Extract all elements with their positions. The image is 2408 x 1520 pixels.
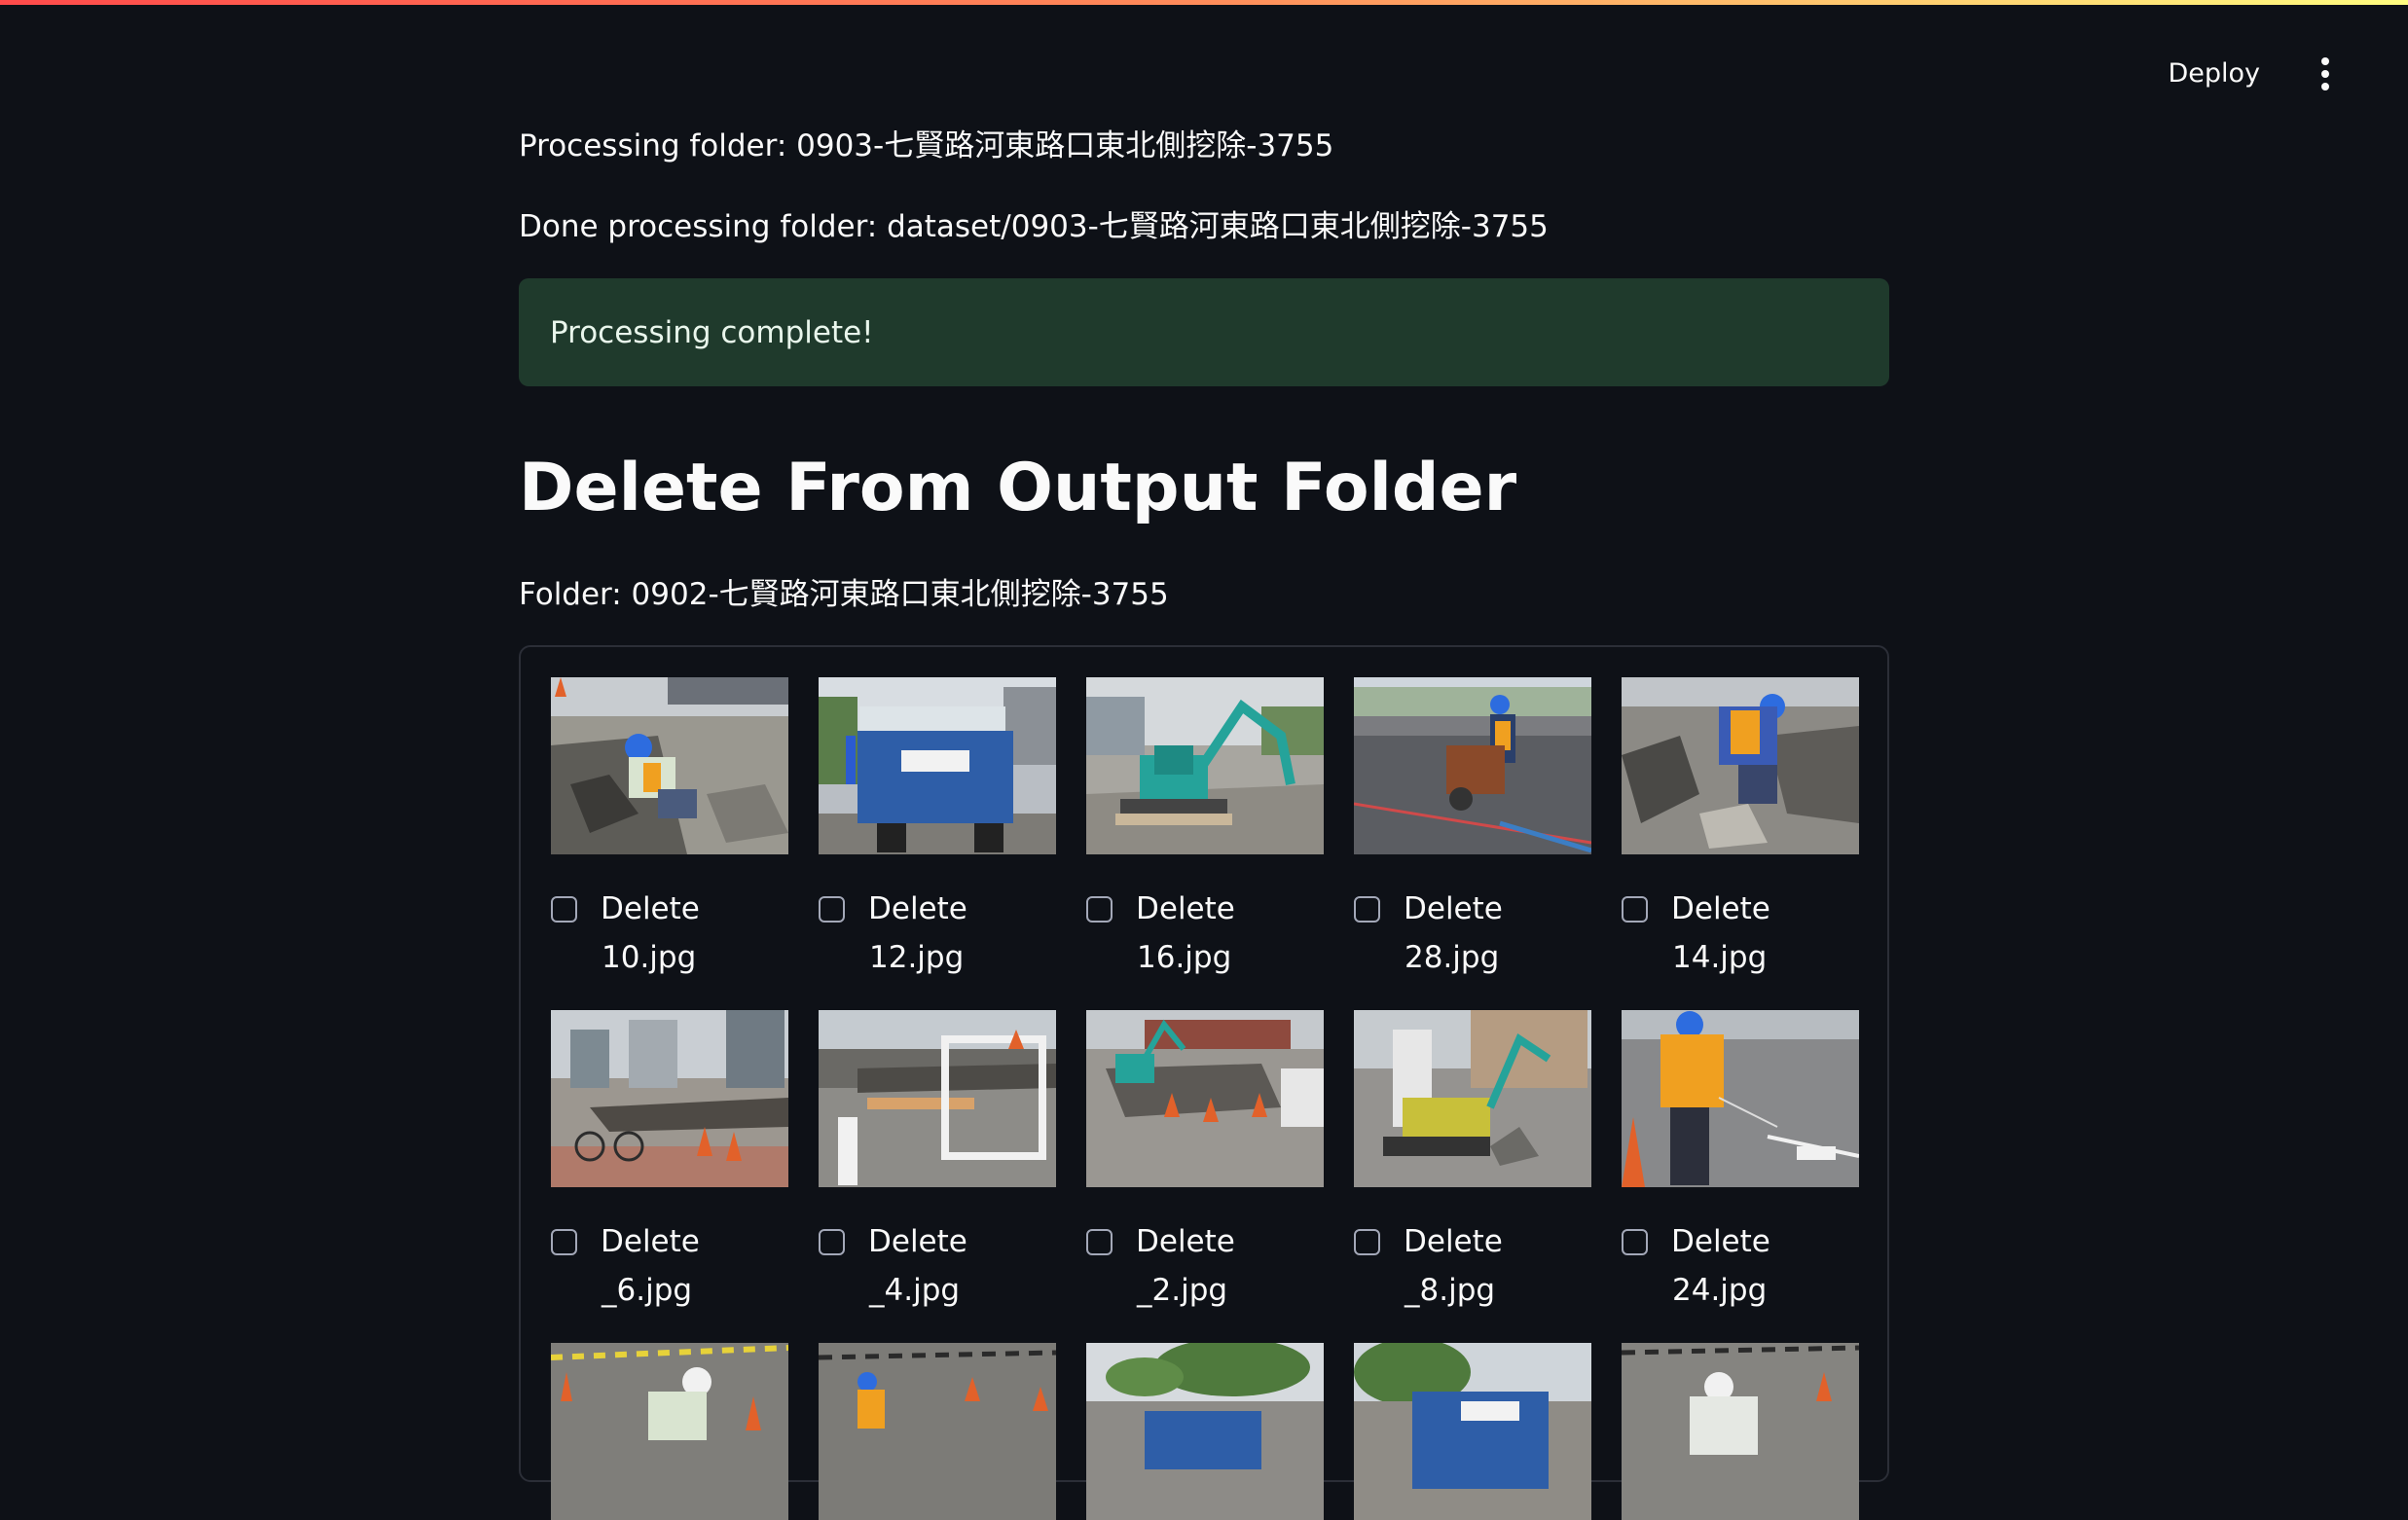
- file-name: 28.jpg: [1405, 940, 1500, 975]
- file-name: 10.jpg: [602, 940, 697, 975]
- delete-label: Delete: [1671, 891, 1770, 926]
- gallery-item: Delete _2.jpg: [1086, 1010, 1324, 1308]
- gallery-item: Delete _4.jpg: [819, 1010, 1056, 1308]
- delete-row: Delete: [1086, 1224, 1324, 1259]
- delete-checkbox[interactable]: [1622, 895, 1648, 923]
- gallery-item: Delete 10.jpg: [551, 677, 788, 975]
- thumbnail-image: [551, 1343, 788, 1520]
- file-name: _8.jpg: [1405, 1273, 1496, 1308]
- thumbnail-image: [551, 677, 788, 854]
- gallery-item: Delete 16.jpg: [1086, 677, 1324, 975]
- gallery-item: [819, 1343, 1056, 1520]
- delete-checkbox[interactable]: [551, 1228, 577, 1255]
- thumbnail-image: [1622, 677, 1859, 854]
- gallery-item: [1354, 1343, 1591, 1520]
- top-decoration-bar: [0, 0, 2408, 5]
- gallery-item: [551, 1343, 788, 1520]
- thumbnail-image: [1086, 1010, 1324, 1187]
- thumbnail-image: [819, 677, 1056, 854]
- folder-label: Folder: 0902-七賢路河東路口東北側挖除-3755: [519, 577, 1169, 612]
- thumbnail-image: [1086, 677, 1324, 854]
- delete-checkbox[interactable]: [1354, 1228, 1380, 1255]
- delete-row: Delete: [1622, 891, 1859, 926]
- delete-label: Delete: [1136, 891, 1235, 926]
- delete-row: Delete: [1086, 891, 1324, 926]
- thumbnail-image: [1354, 677, 1591, 854]
- gallery-item: Delete _6.jpg: [551, 1010, 788, 1308]
- gallery-item: [1622, 1343, 1859, 1520]
- gallery-item: Delete 12.jpg: [819, 677, 1056, 975]
- file-name: _2.jpg: [1137, 1273, 1228, 1308]
- delete-checkbox[interactable]: [819, 895, 845, 923]
- delete-checkbox[interactable]: [551, 895, 577, 923]
- thumbnail-image: [819, 1010, 1056, 1187]
- delete-label: Delete: [868, 891, 967, 926]
- section-title: Delete From Output Folder: [519, 450, 1517, 526]
- thumbnail-image: [1622, 1010, 1859, 1187]
- deploy-button[interactable]: Deploy: [2160, 49, 2268, 98]
- gallery-item: Delete _8.jpg: [1354, 1010, 1591, 1308]
- gallery-item: Delete 24.jpg: [1622, 1010, 1859, 1308]
- delete-label: Delete: [1671, 1224, 1770, 1259]
- thumbnail-image: [551, 1010, 788, 1187]
- success-alert: Processing complete!: [519, 278, 1889, 386]
- gallery-item: Delete 14.jpg: [1622, 677, 1859, 975]
- file-name: _6.jpg: [602, 1273, 693, 1308]
- delete-label: Delete: [1404, 891, 1503, 926]
- gallery-item: Delete 28.jpg: [1354, 677, 1591, 975]
- delete-label: Delete: [1404, 1224, 1503, 1259]
- delete-row: Delete: [551, 891, 788, 926]
- processing-status-text: Processing folder: 0903-七賢路河東路口東北側挖除-375…: [519, 128, 1334, 163]
- delete-label: Delete: [1136, 1224, 1235, 1259]
- image-gallery[interactable]: Delete 10.jpg Delete 12.jpg Delete 16.jp…: [519, 645, 1889, 1520]
- delete-label: Delete: [601, 891, 700, 926]
- header-actions: Deploy: [2160, 49, 2340, 98]
- delete-row: Delete: [819, 1224, 1056, 1259]
- delete-row: Delete: [1354, 891, 1591, 926]
- thumbnail-image: [1354, 1343, 1591, 1520]
- file-name: 16.jpg: [1137, 940, 1232, 975]
- thumbnail-image: [1086, 1343, 1324, 1520]
- delete-label: Delete: [601, 1224, 700, 1259]
- delete-row: Delete: [1354, 1224, 1591, 1259]
- delete-checkbox[interactable]: [1354, 895, 1380, 923]
- file-name: 14.jpg: [1672, 940, 1768, 975]
- file-name: 24.jpg: [1672, 1273, 1768, 1308]
- gallery-item: [1086, 1343, 1324, 1520]
- delete-checkbox[interactable]: [819, 1228, 845, 1255]
- delete-checkbox[interactable]: [1086, 1228, 1113, 1255]
- delete-label: Delete: [868, 1224, 967, 1259]
- delete-row: Delete: [819, 891, 1056, 926]
- delete-row: Delete: [1622, 1224, 1859, 1259]
- thumbnail-image: [1622, 1343, 1859, 1520]
- delete-checkbox[interactable]: [1622, 1228, 1648, 1255]
- delete-checkbox[interactable]: [1086, 895, 1113, 923]
- more-vertical-icon[interactable]: [2311, 54, 2340, 93]
- thumbnail-image: [819, 1343, 1056, 1520]
- delete-row: Delete: [551, 1224, 788, 1259]
- thumbnail-image: [1354, 1010, 1591, 1187]
- success-message: Processing complete!: [550, 314, 874, 350]
- file-name: 12.jpg: [869, 940, 965, 975]
- done-status-text: Done processing folder: dataset/0903-七賢路…: [519, 209, 1549, 244]
- file-name: _4.jpg: [869, 1273, 961, 1308]
